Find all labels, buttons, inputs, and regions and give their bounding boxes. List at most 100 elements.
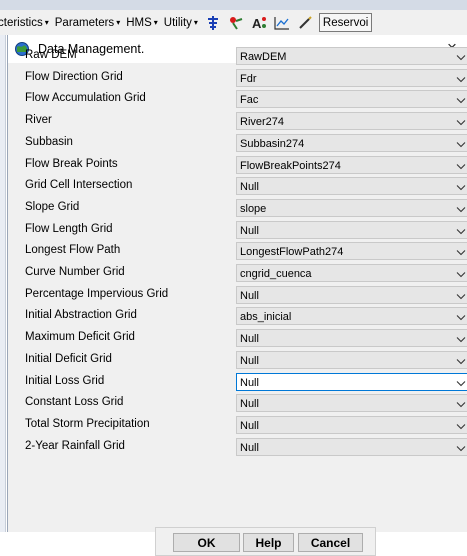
field-label: Percentage Impervious Grid — [25, 287, 169, 300]
point-delineation-tool-icon[interactable]: A — [250, 14, 268, 32]
field-dropdown[interactable]: Null — [236, 329, 467, 348]
edit-tool-icon[interactable] — [296, 14, 314, 32]
field-label: Initial Abstraction Grid — [25, 309, 137, 322]
field-dropdown[interactable]: Null — [236, 437, 467, 456]
field-row: Subbasin Subbasin274 — [25, 133, 467, 152]
field-dropdown[interactable]: abs_inicial — [236, 307, 467, 326]
field-dropdown[interactable]: Null — [236, 285, 467, 304]
menu-characteristics[interactable]: cteristics ▾ — [0, 17, 49, 29]
dropdown-value: cngrid_cuenca — [240, 268, 312, 280]
svg-text:A: A — [252, 16, 262, 31]
field-dropdown[interactable]: Subbasin274 — [236, 133, 467, 152]
field-row: Percentage Impervious Grid Null — [25, 285, 467, 304]
chevron-down-icon[interactable] — [456, 202, 466, 214]
menu-hms[interactable]: HMS ▾ — [126, 17, 158, 29]
field-dropdown[interactable]: River274 — [236, 112, 467, 131]
menu-parameters[interactable]: Parameters ▾ — [55, 17, 120, 29]
network-tool-icon[interactable] — [204, 14, 222, 32]
chevron-down-icon[interactable] — [456, 376, 466, 388]
dropdown-value: LongestFlowPath274 — [240, 246, 344, 259]
flow-path-tool-icon[interactable] — [227, 14, 245, 32]
field-label: Maximum Deficit Grid — [25, 331, 135, 344]
field-dropdown[interactable]: Null — [236, 372, 467, 391]
chevron-down-icon[interactable] — [456, 180, 466, 192]
chevron-down-icon[interactable] — [456, 115, 466, 127]
menu-parameters-label: Parameters — [54, 16, 115, 29]
field-label: Raw DEM — [25, 49, 77, 61]
window-left-edge — [0, 35, 6, 532]
field-dropdown[interactable]: RawDEM — [236, 47, 467, 65]
reservoir-button[interactable]: Reservoi — [318, 13, 373, 32]
menu-caret-icon: ▾ — [153, 18, 158, 27]
dropdown-value: Null — [240, 181, 259, 194]
dropdown-value: Null — [240, 441, 259, 454]
field-row: 2-Year Rainfall Grid Null — [25, 437, 467, 456]
dropdown-value: River274 — [240, 116, 285, 129]
field-row: Initial Loss Grid Null — [25, 372, 467, 391]
chevron-down-icon[interactable] — [456, 93, 466, 105]
field-label: Initial Deficit Grid — [25, 352, 112, 365]
dropdown-value: Null — [240, 376, 259, 389]
field-dropdown[interactable]: Null — [236, 177, 467, 196]
field-row: Constant Loss Grid Null — [25, 394, 467, 413]
field-row: Total Storm Precipitation Null — [25, 415, 467, 434]
dropdown-value: Null — [240, 398, 259, 411]
chevron-down-icon[interactable] — [456, 72, 466, 84]
field-dropdown[interactable]: Null — [236, 220, 467, 239]
chevron-down-icon[interactable] — [456, 332, 466, 344]
field-row: Flow Accumulation Grid Fac — [25, 90, 467, 109]
dropdown-value: slope — [240, 202, 267, 215]
chevron-down-icon[interactable] — [456, 137, 466, 149]
menu-caret-icon: ▾ — [44, 18, 49, 27]
field-label: River — [25, 114, 52, 127]
dropdown-value: Null — [240, 333, 259, 346]
dropdown-value: abs_inicial — [240, 311, 292, 324]
field-label: Total Storm Precipitation — [25, 417, 150, 430]
help-button[interactable]: Help — [243, 533, 294, 552]
dropdown-value: Subbasin274 — [240, 137, 305, 150]
menu-characteristics-label: cteristics — [0, 16, 43, 29]
field-row: Initial Deficit Grid Null — [25, 350, 467, 369]
field-row: Longest Flow Path LongestFlowPath274 — [25, 242, 467, 261]
field-label: Slope Grid — [25, 200, 80, 213]
chevron-down-icon[interactable] — [456, 441, 466, 453]
menu-utility[interactable]: Utility ▾ — [164, 17, 198, 29]
field-dropdown[interactable]: Fac — [236, 90, 467, 109]
field-dropdown[interactable]: Null — [236, 350, 467, 369]
chevron-down-icon[interactable] — [456, 224, 466, 236]
field-dropdown[interactable]: LongestFlowPath274 — [236, 242, 467, 261]
field-row: River River274 — [25, 112, 467, 131]
dropdown-value: Fdr — [240, 72, 257, 85]
field-row: Curve Number Grid cngrid_cuenca — [25, 264, 467, 282]
field-row: Maximum Deficit Grid Null — [25, 329, 467, 348]
chevron-down-icon[interactable] — [456, 245, 466, 257]
dropdown-value: Null — [240, 224, 259, 237]
dialog-button-group: OK Help Cancel — [155, 527, 376, 556]
chevron-down-icon[interactable] — [456, 159, 466, 171]
field-dropdown[interactable]: slope — [236, 198, 467, 217]
field-label: Constant Loss Grid — [25, 396, 124, 409]
field-dropdown[interactable]: FlowBreakPoints274 — [236, 155, 467, 174]
field-row: Initial Abstraction Grid abs_inicial — [25, 307, 467, 326]
chevron-down-icon[interactable] — [456, 354, 466, 366]
field-label: Flow Break Points — [25, 157, 118, 170]
field-dropdown[interactable]: cngrid_cuenca — [236, 264, 467, 282]
field-label: Subbasin — [25, 135, 73, 148]
field-dropdown[interactable]: Fdr — [236, 68, 467, 87]
field-dropdown[interactable]: Null — [236, 394, 467, 413]
chevron-down-icon[interactable] — [456, 419, 466, 431]
chevron-down-icon[interactable] — [456, 310, 466, 322]
field-dropdown[interactable]: Null — [236, 415, 467, 434]
profile-graph-icon[interactable] — [273, 14, 291, 32]
field-label: Curve Number Grid — [25, 266, 125, 278]
field-row: Grid Cell Intersection Null — [25, 177, 467, 196]
ok-button[interactable]: OK — [173, 533, 240, 552]
data-management-dialog: Data Management. × Raw DEMRawDEMFlow Dir… — [7, 35, 467, 556]
chevron-down-icon[interactable] — [456, 397, 466, 409]
chevron-down-icon[interactable] — [456, 50, 466, 62]
field-row: Flow Break Points FlowBreakPoints274 — [25, 155, 467, 174]
field-row: Flow Direction Grid Fdr — [25, 68, 467, 87]
chevron-down-icon[interactable] — [456, 267, 466, 279]
chevron-down-icon[interactable] — [456, 289, 466, 301]
cancel-button[interactable]: Cancel — [298, 533, 363, 552]
